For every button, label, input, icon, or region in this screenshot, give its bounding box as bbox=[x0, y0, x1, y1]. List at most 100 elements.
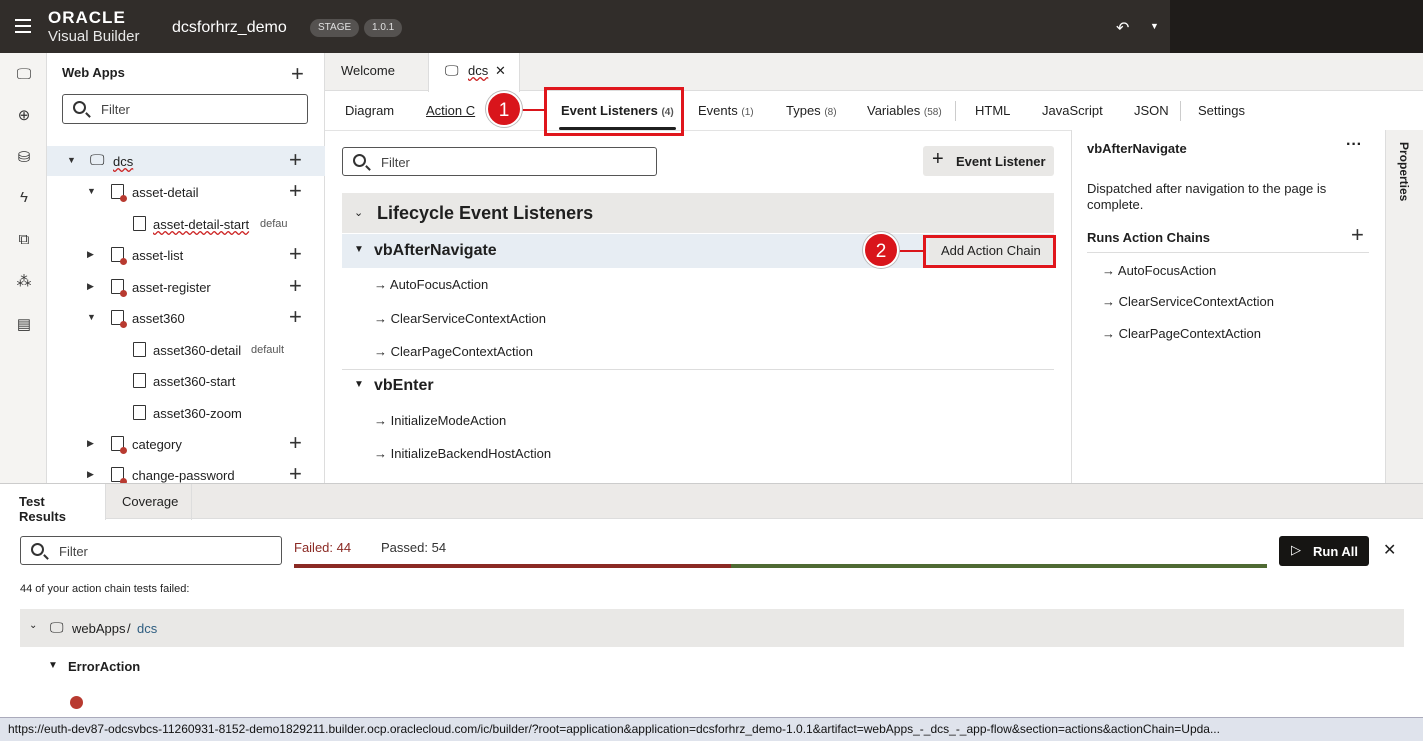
add-button[interactable]: + bbox=[289, 463, 302, 484]
tab-types[interactable]: Types (8) bbox=[786, 103, 837, 118]
page-icon bbox=[111, 467, 127, 483]
chain-item[interactable]: → ClearServiceContextAction bbox=[1102, 294, 1274, 309]
add-event-listener-button[interactable]: + Event Listener bbox=[923, 146, 1054, 176]
tree-item-asset-detail[interactable]: ▼ asset-detail + bbox=[47, 177, 325, 207]
tab-action-chains[interactable]: Action C bbox=[426, 103, 482, 118]
processes-icon[interactable]: ϟ bbox=[14, 189, 34, 209]
tree-item-asset360-start[interactable]: asset360-start bbox=[47, 366, 325, 396]
navigator-filter-input[interactable]: Filter bbox=[62, 94, 308, 124]
tree-item-asset360-detail[interactable]: asset360-detail default bbox=[47, 335, 325, 365]
lifecycle-section-header[interactable]: ⌄ Lifecycle Event Listeners bbox=[342, 193, 1054, 233]
browser-status-url: https://euth-dev87-odcsvbcs-11260931-815… bbox=[0, 717, 1423, 741]
tree-item-asset360[interactable]: ▼ asset360 + bbox=[47, 303, 325, 333]
action-item[interactable]: → ClearServiceContextAction bbox=[374, 311, 546, 326]
chain-item[interactable]: → ClearPageContextAction bbox=[1102, 326, 1261, 341]
test-group-webapps-dcs[interactable]: ⌄ 🖵 webApps / dcs bbox=[20, 609, 1404, 647]
test-subgroup[interactable]: ErrorAction bbox=[68, 659, 140, 674]
web-apps-navigator: Web Apps + Filter ▼ 🖵 dcs + ▼ asset-deta… bbox=[47, 53, 325, 483]
highlight-add-action-chain bbox=[923, 235, 1056, 268]
add-button[interactable]: + bbox=[289, 149, 302, 171]
tab-javascript[interactable]: JavaScript bbox=[1042, 103, 1103, 118]
properties-side-tab[interactable]: Properties bbox=[1385, 130, 1423, 483]
search-icon bbox=[73, 101, 86, 114]
monitor-icon: 🖵 bbox=[90, 152, 105, 169]
chevron-down-icon[interactable]: ▼ bbox=[48, 660, 58, 671]
divider bbox=[955, 101, 956, 121]
event-name-vbenter[interactable]: vbEnter bbox=[374, 377, 434, 395]
tab-dcs[interactable]: 🖵 dcs ✕ bbox=[428, 53, 520, 92]
left-activity-rail: 🖵 ⊕ ⛁ ϟ ⧉ ⁂ ▤ bbox=[0, 53, 47, 483]
tree-item-category[interactable]: ▶ category + bbox=[47, 429, 325, 459]
tests-filter-input[interactable]: Filter bbox=[20, 536, 282, 565]
chevron-down-icon[interactable]: ▼ bbox=[354, 244, 364, 255]
add-button[interactable]: + bbox=[289, 275, 302, 297]
tab-settings[interactable]: Settings bbox=[1198, 103, 1245, 118]
close-icon[interactable]: ✕ bbox=[1383, 540, 1396, 560]
business-objects-icon[interactable]: ⛁ bbox=[14, 148, 34, 168]
tab-html[interactable]: HTML bbox=[975, 103, 1010, 118]
tree-item-dcs[interactable]: ▼ 🖵 dcs + bbox=[47, 146, 325, 176]
action-item[interactable]: → InitializeBackendHostAction bbox=[374, 446, 551, 461]
tab-diagram[interactable]: Diagram bbox=[345, 103, 394, 118]
tree-item-asset-register[interactable]: ▶ asset-register + bbox=[47, 272, 325, 302]
chevron-right-icon[interactable]: ▶ bbox=[87, 249, 94, 260]
file-icon bbox=[133, 405, 146, 420]
tab-coverage[interactable]: Coverage bbox=[106, 484, 192, 520]
chain-item[interactable]: → AutoFocusAction bbox=[1102, 263, 1216, 278]
oracle-logo: ORACLE Visual Builder bbox=[48, 8, 140, 45]
tab-variables[interactable]: Variables (58) bbox=[867, 103, 942, 118]
listeners-filter-input[interactable]: Filter bbox=[342, 147, 657, 176]
chevron-down-icon[interactable]: ▼ bbox=[354, 379, 364, 390]
chevron-down-icon[interactable]: ⌄ bbox=[29, 620, 37, 631]
chevron-down-icon[interactable]: ⌄ bbox=[354, 206, 363, 219]
web-apps-icon[interactable]: 🖵 bbox=[14, 66, 34, 86]
chevron-right-icon[interactable]: ▶ bbox=[87, 281, 94, 292]
run-all-button[interactable]: ▷ Run All bbox=[1279, 536, 1369, 566]
tree-item-asset-detail-start[interactable]: asset-detail-start defau bbox=[47, 209, 325, 239]
add-button[interactable]: + bbox=[289, 432, 302, 454]
chevron-right-icon[interactable]: ▶ bbox=[87, 438, 94, 449]
action-item[interactable]: → ClearPageContextAction bbox=[374, 344, 533, 359]
chevron-down-icon[interactable]: ▼ bbox=[67, 155, 76, 165]
navigator-title: Web Apps bbox=[62, 65, 125, 80]
add-button[interactable]: + bbox=[289, 306, 302, 328]
chevron-down-icon[interactable]: ▼ bbox=[87, 186, 96, 196]
divider bbox=[1087, 252, 1369, 253]
components-icon[interactable]: ⧉ bbox=[14, 231, 34, 251]
chevron-down-icon[interactable]: ▼ bbox=[1150, 21, 1159, 31]
action-item[interactable]: → InitializeModeAction bbox=[374, 413, 506, 428]
event-description: Dispatched after navigation to the page … bbox=[1087, 181, 1327, 212]
tree-item-asset-list[interactable]: ▶ asset-list + bbox=[47, 240, 325, 270]
tab-json[interactable]: JSON bbox=[1134, 103, 1169, 118]
tab-welcome[interactable]: Welcome bbox=[325, 53, 411, 91]
layouts-icon[interactable]: ⁂ bbox=[14, 272, 34, 292]
file-icon bbox=[133, 216, 146, 231]
search-icon bbox=[353, 154, 366, 167]
page-icon bbox=[111, 247, 127, 265]
version-badge: 1.0.1 bbox=[364, 19, 403, 37]
action-item[interactable]: → AutoFocusAction bbox=[374, 277, 488, 292]
tree-item-change-password[interactable]: ▶ change-password + bbox=[47, 460, 325, 483]
close-icon[interactable]: ✕ bbox=[495, 63, 506, 79]
tree-item-asset360-zoom[interactable]: asset360-zoom bbox=[47, 398, 325, 428]
add-button[interactable]: + bbox=[289, 243, 302, 265]
add-action-chain-icon[interactable]: + bbox=[1351, 224, 1364, 246]
chevron-right-icon[interactable]: ▶ bbox=[87, 469, 94, 480]
tab-test-results[interactable]: Test Results bbox=[0, 484, 106, 524]
play-icon: ▷ bbox=[1291, 542, 1301, 557]
tab-events[interactable]: Events (1) bbox=[698, 103, 754, 118]
hamburger-menu-icon[interactable] bbox=[15, 19, 31, 33]
monitor-icon: 🖵 bbox=[50, 619, 64, 635]
callout-arrow bbox=[896, 250, 924, 252]
source-icon[interactable]: ▤ bbox=[14, 315, 34, 335]
top-header: ORACLE Visual Builder dcsforhrz_demo STA… bbox=[0, 0, 1423, 53]
chevron-down-icon[interactable]: ▼ bbox=[87, 312, 96, 322]
highlight-event-listeners-tab bbox=[544, 87, 684, 136]
monitor-icon: 🖵 bbox=[445, 62, 459, 78]
add-button[interactable]: + bbox=[289, 180, 302, 202]
passed-count: Passed: 54 bbox=[381, 540, 447, 555]
more-options-icon[interactable]: ··· bbox=[1346, 136, 1362, 154]
add-web-app-button[interactable]: + bbox=[291, 63, 304, 85]
undo-icon[interactable]: ↶ bbox=[1116, 18, 1129, 38]
services-icon[interactable]: ⊕ bbox=[14, 106, 34, 126]
